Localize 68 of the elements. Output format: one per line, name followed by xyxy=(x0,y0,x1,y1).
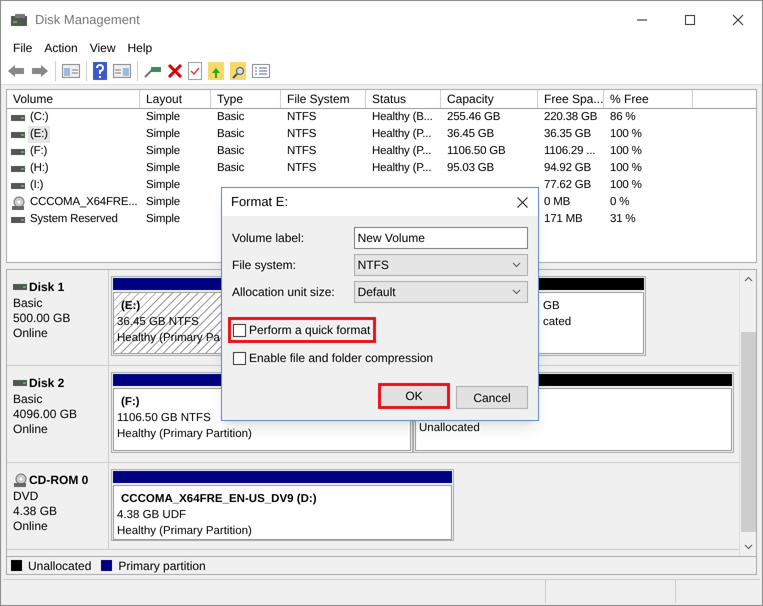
table-cell-text: NTFS xyxy=(287,126,316,142)
disk-status: Online xyxy=(13,422,49,437)
table-cell-text: Simple xyxy=(146,178,180,193)
table-cell-text: Basic xyxy=(217,126,244,142)
table-cell-text: 100 % xyxy=(610,160,642,176)
table-cell-text: 0 % xyxy=(610,194,630,210)
partition-name: (E:) xyxy=(120,299,140,314)
table-cell-text: 220.38 GB xyxy=(544,110,598,125)
disk-name: Disk 1 xyxy=(29,279,64,296)
partition-info: Healthy (Primary Pa xyxy=(117,331,220,346)
table-cell-text: Simple xyxy=(146,144,180,159)
disk-size: 4.38 GB xyxy=(13,504,58,519)
table-cell-text: Basic xyxy=(217,110,244,125)
partition-info: 1106.50 GB NTFS xyxy=(117,411,211,426)
table-cell-text: Healthy (P... xyxy=(372,144,432,159)
table-cell-text: Simple xyxy=(146,212,180,227)
table-cell-text: 171 MB xyxy=(544,212,582,227)
table-cell-text: 0 MB xyxy=(544,194,570,210)
table-cell-text: 100 % xyxy=(610,126,642,142)
table-cell-text: 31 % xyxy=(610,212,636,227)
disk-type: Basic xyxy=(13,296,44,311)
partition-info: 4.38 GB UDF xyxy=(117,508,186,523)
field-label: Allocation unit size: xyxy=(232,284,336,301)
table-cell-text: 1106.50 GB xyxy=(447,144,506,159)
disk-type: DVD xyxy=(13,489,40,504)
field-label: Volume label: xyxy=(232,230,306,247)
table-cell-text: 100 % xyxy=(610,144,642,159)
table-cell-text: Basic xyxy=(217,144,244,159)
table-cell-text: Simple xyxy=(146,110,180,125)
table-cell-text: 36.35 GB xyxy=(544,126,591,142)
table-cell-text: NTFS xyxy=(287,110,316,125)
partition-info: Healthy (Primary Partition) xyxy=(117,524,252,539)
disk-status: Online xyxy=(13,519,49,534)
partition-info: Unallocated xyxy=(419,421,480,436)
table-cell-text: 95.03 GB xyxy=(447,160,494,176)
partition-info: 36.45 GB NTFS xyxy=(117,315,199,330)
table-cell-text: Simple xyxy=(146,126,180,142)
partition-name: CCCOMA_X64FRE_EN-US_DV9 (D:) xyxy=(120,492,317,507)
table-cell-text: Healthy (P... xyxy=(372,160,432,176)
table-cell-text: Basic xyxy=(217,160,244,176)
table-cell-text: Healthy (P... xyxy=(372,126,432,142)
table-cell-text: 36.45 GB xyxy=(447,126,494,142)
disk-name: CD-ROM 0 xyxy=(29,472,88,489)
table-cell-text: 1106.29 ... xyxy=(544,144,596,159)
table-cell-text: NTFS xyxy=(287,160,316,176)
partition-info: cated xyxy=(543,315,572,330)
legend-label: Unallocated xyxy=(28,558,92,574)
disk-status: Online xyxy=(13,326,49,341)
table-cell-text: 100 % xyxy=(610,178,642,193)
table-cell-text: NTFS xyxy=(287,144,316,159)
table-cell-text: 255.46 GB xyxy=(447,110,500,125)
table-cell-text: Simple xyxy=(146,194,180,210)
disk-name: Disk 2 xyxy=(29,375,64,392)
partition-info: Healthy (Primary Partition) xyxy=(117,427,252,442)
table-cell-text: Healthy (B... xyxy=(372,110,433,125)
table-cell-text: 94.92 GB xyxy=(544,160,591,176)
partition-info: GB xyxy=(543,299,560,314)
legend-label: Primary partition xyxy=(118,558,206,574)
table-cell-text: Simple xyxy=(146,160,180,176)
disk-size: 4096.00 GB xyxy=(13,407,78,422)
dialog-title: Format E: xyxy=(231,193,288,212)
table-cell-text: 77.62 GB xyxy=(544,178,591,193)
window-title: Disk Management xyxy=(35,10,140,29)
partition-name: (F:) xyxy=(120,395,140,410)
disk-type: Basic xyxy=(13,392,44,407)
table-cell-text: 86 % xyxy=(610,110,636,125)
field-label: File system: xyxy=(232,257,298,274)
disk-size: 500.00 GB xyxy=(13,311,72,326)
